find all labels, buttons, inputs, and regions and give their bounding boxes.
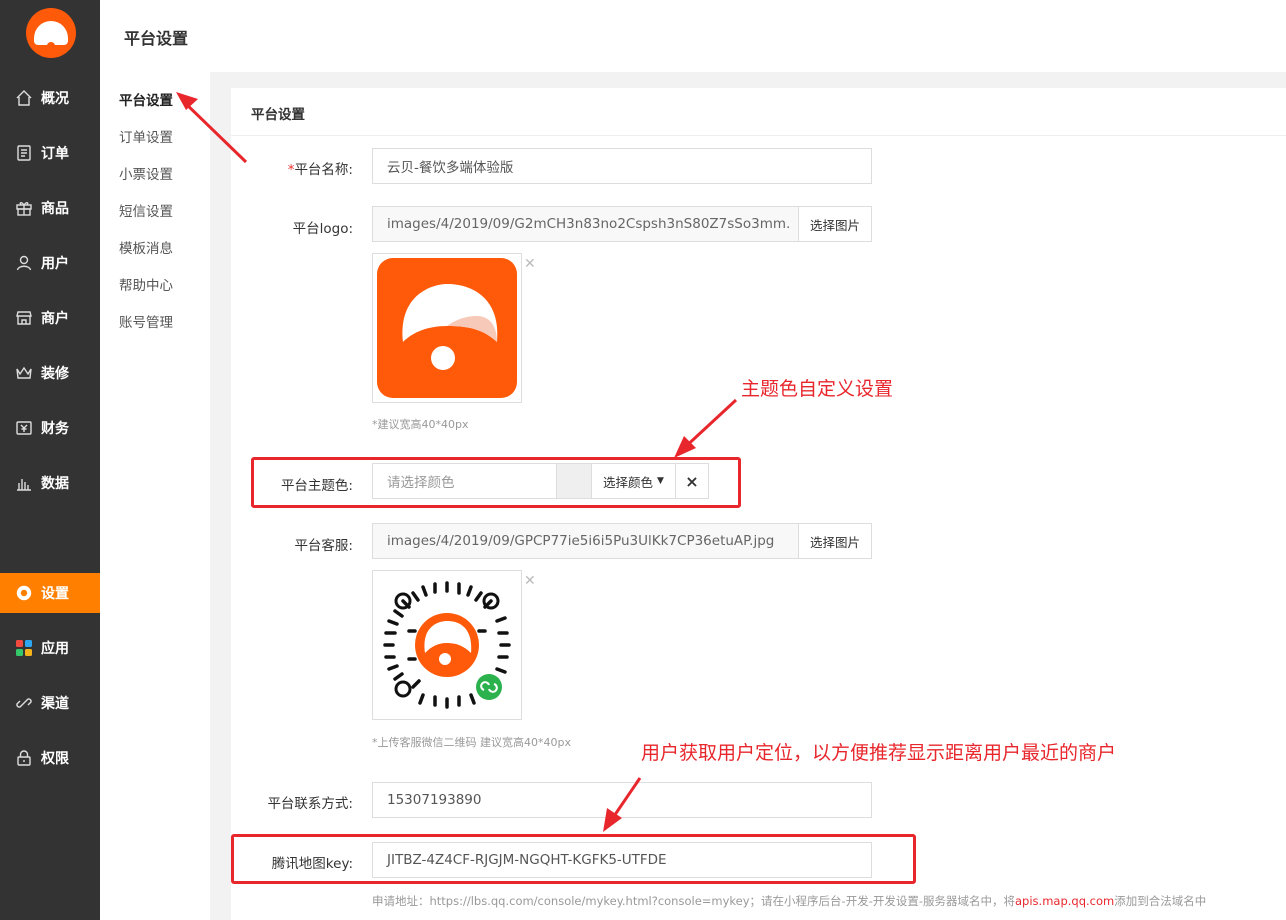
platform-name-input[interactable]: 云贝-餐饮多端体验版 xyxy=(372,148,872,184)
contact-label: 平台联系方式: xyxy=(267,796,353,812)
map-key-highlight-box xyxy=(231,834,916,884)
gift-icon xyxy=(15,199,33,217)
brand-logo-icon[interactable] xyxy=(26,8,76,58)
nav-item-orders[interactable]: 订单 xyxy=(0,133,100,173)
subnav-item-help[interactable]: 帮助中心 xyxy=(119,274,173,294)
select-logo-button[interactable]: 选择图片 xyxy=(798,206,872,242)
map-key-hint: 申请地址：https://lbs.qq.com/console/mykey.ht… xyxy=(372,894,1207,908)
contact-input[interactable]: 15307193890 xyxy=(372,782,872,818)
subnav-item-platform[interactable]: 平台设置 xyxy=(119,89,173,109)
theme-annotation: 主题色自定义设置 xyxy=(741,378,894,400)
logo-image-icon xyxy=(377,258,517,398)
customer-service-label: 平台客服: xyxy=(294,538,353,554)
subnav-item-receipt[interactable]: 小票设置 xyxy=(119,163,173,183)
platform-name-label: *平台名称: xyxy=(287,162,353,178)
divider xyxy=(231,135,1286,136)
nav-item-finance[interactable]: 财务 xyxy=(0,408,100,448)
platform-logo-label: 平台logo: xyxy=(292,221,353,237)
nav-item-apps[interactable]: 应用 xyxy=(0,628,100,668)
nav-item-data[interactable]: 数据 xyxy=(0,463,100,503)
nav-item-overview[interactable]: 概况 xyxy=(0,78,100,118)
link-icon xyxy=(15,694,33,712)
gear-icon xyxy=(15,584,33,602)
nav-item-permissions[interactable]: 权限 xyxy=(0,738,100,778)
nav-item-channels[interactable]: 渠道 xyxy=(0,683,100,723)
chart-icon xyxy=(15,474,33,492)
remove-qr-icon[interactable]: ✕ xyxy=(524,573,536,589)
user-icon xyxy=(15,254,33,272)
theme-highlight-box xyxy=(251,457,741,508)
apps-icon xyxy=(15,639,33,657)
logo-preview xyxy=(372,253,522,403)
qr-hint: *上传客服微信二维码 建议宽高40*40px xyxy=(372,736,571,749)
top-header: 平台设置 xyxy=(100,0,1286,72)
select-qr-button[interactable]: 选择图片 xyxy=(798,523,872,559)
home-icon xyxy=(15,89,33,107)
page-title: 平台设置 xyxy=(124,29,189,48)
customer-service-input[interactable]: images/4/2019/09/GPCP77ie5i6i5Pu3UlKk7CP… xyxy=(372,523,799,559)
finance-icon xyxy=(15,419,33,437)
crown-icon xyxy=(15,364,33,382)
main-nav: 概况 订单 商品 用户 商户 装修 财务 数据 设置 应用 渠道 权限 xyxy=(0,0,100,920)
nav-item-merchants[interactable]: 商户 xyxy=(0,298,100,338)
subnav-item-template[interactable]: 模板消息 xyxy=(119,237,173,257)
panel-title: 平台设置 xyxy=(251,107,305,123)
nav-item-products[interactable]: 商品 xyxy=(0,188,100,228)
nav-item-settings[interactable]: 设置 xyxy=(0,573,100,613)
qr-preview xyxy=(372,570,522,720)
location-annotation: 用户获取用户定位，以方便推荐显示距离用户最近的商户 xyxy=(641,742,1117,764)
logo-hint: *建议宽高40*40px xyxy=(372,418,469,431)
subnav-item-sms[interactable]: 短信设置 xyxy=(119,200,173,220)
nav-item-users[interactable]: 用户 xyxy=(0,243,100,283)
platform-logo-input[interactable]: images/4/2019/09/G2mCH3n83no2Cspsh3nS80Z… xyxy=(372,206,799,242)
map-domain-link[interactable]: apis.map.qq.com xyxy=(1015,894,1114,908)
lock-icon xyxy=(15,749,33,767)
order-icon xyxy=(15,144,33,162)
qr-code-icon xyxy=(383,581,511,709)
remove-logo-icon[interactable]: ✕ xyxy=(524,256,536,272)
nav-item-decoration[interactable]: 装修 xyxy=(0,353,100,393)
subnav-item-order[interactable]: 订单设置 xyxy=(119,126,173,146)
subnav-item-account[interactable]: 账号管理 xyxy=(119,311,173,331)
store-icon xyxy=(15,309,33,327)
